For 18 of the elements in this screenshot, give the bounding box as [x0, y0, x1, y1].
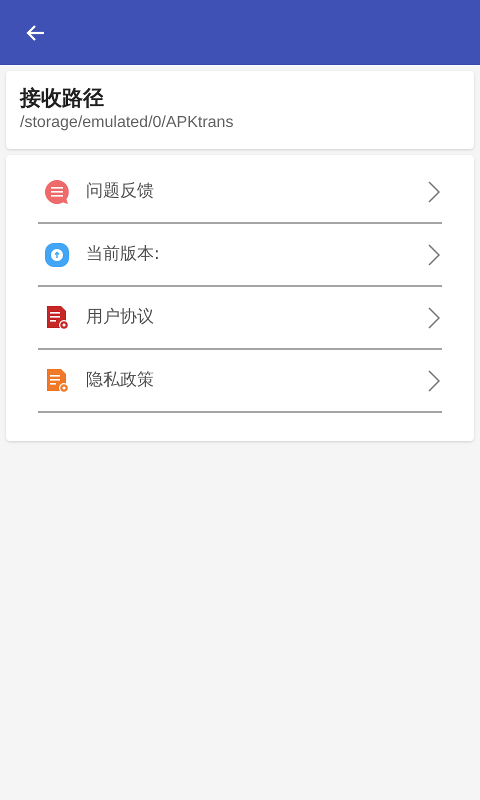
menu-label: 当前版本: [86, 243, 161, 266]
chevron-right-icon [428, 244, 440, 266]
menu-item[interactable]: 问题反馈 [38, 161, 442, 224]
path-text: /storage/emulated/0/APKtrans [20, 113, 234, 134]
menu-label: 隐私政策 [86, 369, 155, 392]
upload-icon [44, 242, 70, 268]
menu-label: 问题反馈 [86, 180, 155, 203]
chevron-right-icon [428, 306, 440, 329]
message-icon [44, 178, 70, 205]
document-icon [44, 368, 70, 394]
menu-item[interactable]: 隐私政策 [38, 350, 442, 414]
chevron-right-icon [428, 180, 440, 203]
menu-item[interactable]: 当前版本: [38, 224, 442, 288]
chevron-right-icon [428, 370, 440, 392]
path-title: 接收路径 [20, 85, 105, 112]
menu-item[interactable]: 用户协议 [38, 287, 442, 350]
menu-label: 用户协议 [86, 306, 155, 329]
document-icon [44, 304, 70, 331]
